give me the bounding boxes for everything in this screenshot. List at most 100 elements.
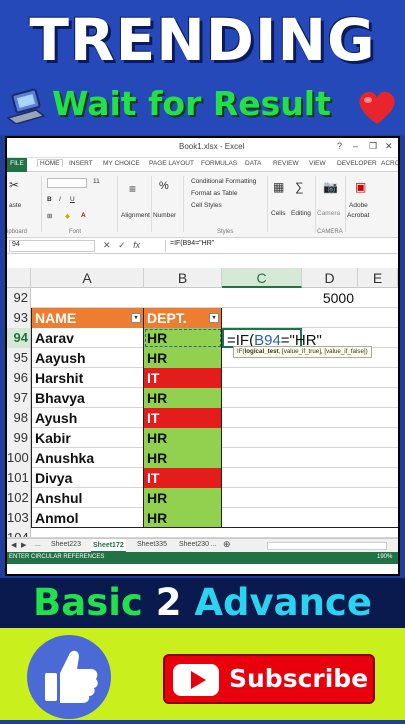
tab-review[interactable]: REVIEW: [273, 160, 299, 167]
active-formula-cell[interactable]: =IF(B94="HR": [222, 328, 322, 349]
row-number[interactable]: 96: [7, 368, 31, 388]
cell-name[interactable]: Anshul: [31, 488, 144, 508]
header-dept[interactable]: DEPT. ▾: [144, 308, 222, 328]
cell-dept[interactable]: IT: [144, 468, 222, 488]
cancel-icon[interactable]: ✕: [103, 240, 111, 250]
editing-icon[interactable]: ∑: [295, 180, 304, 194]
row-number[interactable]: 103: [7, 508, 31, 528]
format-as-table-button[interactable]: Format as Table: [191, 190, 237, 197]
cell-dept[interactable]: HR: [144, 448, 222, 468]
cells-icon[interactable]: ▦: [273, 180, 284, 194]
subscribe-button[interactable]: Subscribe: [163, 654, 375, 704]
paste-button[interactable]: aste: [9, 202, 21, 209]
cell-dept[interactable]: IT: [144, 368, 222, 388]
camera-button[interactable]: Camera: [317, 210, 340, 217]
row-number[interactable]: 92: [7, 288, 31, 308]
tab-page-layout[interactable]: PAGE LAYOUT: [149, 160, 194, 167]
number-button[interactable]: Number: [153, 212, 176, 219]
font-color-icon[interactable]: A: [81, 212, 86, 219]
zoom-level[interactable]: 190%: [377, 554, 392, 560]
cell-name[interactable]: Anmol: [31, 508, 144, 528]
row-number[interactable]: 102: [7, 488, 31, 508]
sheet-nav-prev-icon[interactable]: ◀: [11, 541, 16, 549]
cell-dept[interactable]: HR: [144, 508, 222, 528]
tab-developer[interactable]: DEVELOPER: [337, 160, 377, 167]
tab-home[interactable]: HOME: [37, 159, 63, 167]
row-number[interactable]: 104: [7, 528, 31, 537]
cut-icon[interactable]: ✂: [9, 178, 19, 192]
row-number[interactable]: 97: [7, 388, 31, 408]
select-all-corner[interactable]: [7, 268, 31, 288]
underline-button[interactable]: U: [70, 196, 75, 203]
cell-dept[interactable]: HR: [144, 488, 222, 508]
cell-styles-button[interactable]: Cell Styles: [191, 202, 222, 209]
tab-file[interactable]: FILE: [7, 158, 27, 172]
sheet-tab-335[interactable]: Sheet335: [137, 541, 167, 548]
tooltip-logical-test[interactable]: logical_test: [245, 348, 279, 355]
cell-name[interactable]: Aayush: [31, 348, 144, 368]
column-header-e[interactable]: E: [358, 268, 398, 288]
italic-button[interactable]: I: [59, 196, 61, 203]
cell-name[interactable]: Anushka: [31, 448, 144, 468]
tab-acrobat[interactable]: ACRO: [381, 160, 398, 167]
fill-color-icon[interactable]: ◆: [65, 212, 70, 220]
filter-dropdown-icon[interactable]: ▾: [131, 313, 141, 323]
like-button[interactable]: [27, 635, 111, 719]
minimize-icon[interactable]: –: [353, 141, 358, 151]
number-format-icon[interactable]: %: [159, 180, 169, 192]
row-number[interactable]: 101: [7, 468, 31, 488]
cell-dept[interactable]: HR: [144, 428, 222, 448]
acrobat-label[interactable]: Acrobat: [347, 212, 369, 219]
insert-function-icon[interactable]: fx: [133, 240, 140, 250]
filter-dropdown-icon[interactable]: ▾: [209, 313, 219, 323]
font-size-dropdown[interactable]: 11: [93, 178, 100, 185]
cell-name[interactable]: Harshit: [31, 368, 144, 388]
cell-dept[interactable]: IT: [144, 408, 222, 428]
sheet-nav-next-icon[interactable]: ▶: [21, 541, 26, 549]
cell-name[interactable]: Kabir: [31, 428, 144, 448]
close-icon[interactable]: ✕: [385, 141, 393, 152]
cell-name[interactable]: Ayush: [31, 408, 144, 428]
sheet-tab-more[interactable]: ...: [35, 541, 41, 548]
camera-icon[interactable]: 📷: [323, 180, 338, 194]
cell-dept[interactable]: HR: [144, 328, 222, 348]
alignment-icon[interactable]: ≡: [129, 182, 136, 196]
sheet-tab-172[interactable]: Sheet172: [91, 539, 126, 553]
enter-icon[interactable]: ✓: [118, 240, 126, 250]
row-number[interactable]: 93: [7, 308, 31, 328]
adobe-label[interactable]: Adobe: [349, 202, 368, 209]
horizontal-scrollbar[interactable]: [267, 542, 387, 550]
sheet-tab-223[interactable]: Sheet223: [51, 541, 81, 548]
sheet-tab-230[interactable]: Sheet230 ...: [179, 541, 217, 548]
column-header-a[interactable]: A: [31, 268, 144, 288]
row-number[interactable]: 95: [7, 348, 31, 368]
cell-name[interactable]: Divya: [31, 468, 144, 488]
tab-data[interactable]: DATA: [245, 160, 261, 167]
tab-view[interactable]: VIEW: [309, 160, 326, 167]
add-sheet-icon[interactable]: ⊕: [223, 539, 231, 550]
cell-dept[interactable]: HR: [144, 388, 222, 408]
alignment-button[interactable]: Alignment: [121, 212, 150, 219]
adobe-icon[interactable]: ▣: [355, 180, 366, 194]
cell-name[interactable]: Aarav: [31, 328, 144, 348]
row-number[interactable]: 99: [7, 428, 31, 448]
row-number[interactable]: 94: [7, 328, 31, 348]
column-header-b[interactable]: B: [144, 268, 222, 288]
tab-insert[interactable]: INSERT: [69, 160, 93, 167]
tab-formulas[interactable]: FORMULAS: [201, 160, 237, 167]
restore-icon[interactable]: ❐: [369, 141, 377, 152]
cells-button[interactable]: Cells: [271, 210, 285, 217]
borders-icon[interactable]: ⊞: [47, 212, 52, 220]
tab-my-choice[interactable]: MY CHOICE: [103, 160, 140, 167]
cell-name[interactable]: Bhavya: [31, 388, 144, 408]
help-icon[interactable]: ?: [337, 141, 342, 151]
row-number[interactable]: 100: [7, 448, 31, 468]
font-name-dropdown[interactable]: [47, 178, 87, 188]
formula-input[interactable]: =IF(B94="HR": [165, 240, 395, 252]
row-number[interactable]: 98: [7, 408, 31, 428]
header-name[interactable]: NAME ▾: [31, 308, 144, 328]
name-box[interactable]: 94: [9, 240, 95, 252]
conditional-formatting-button[interactable]: Conditional Formatting: [191, 178, 256, 185]
editing-button[interactable]: Editing: [291, 210, 311, 217]
cell-dept[interactable]: HR: [144, 348, 222, 368]
